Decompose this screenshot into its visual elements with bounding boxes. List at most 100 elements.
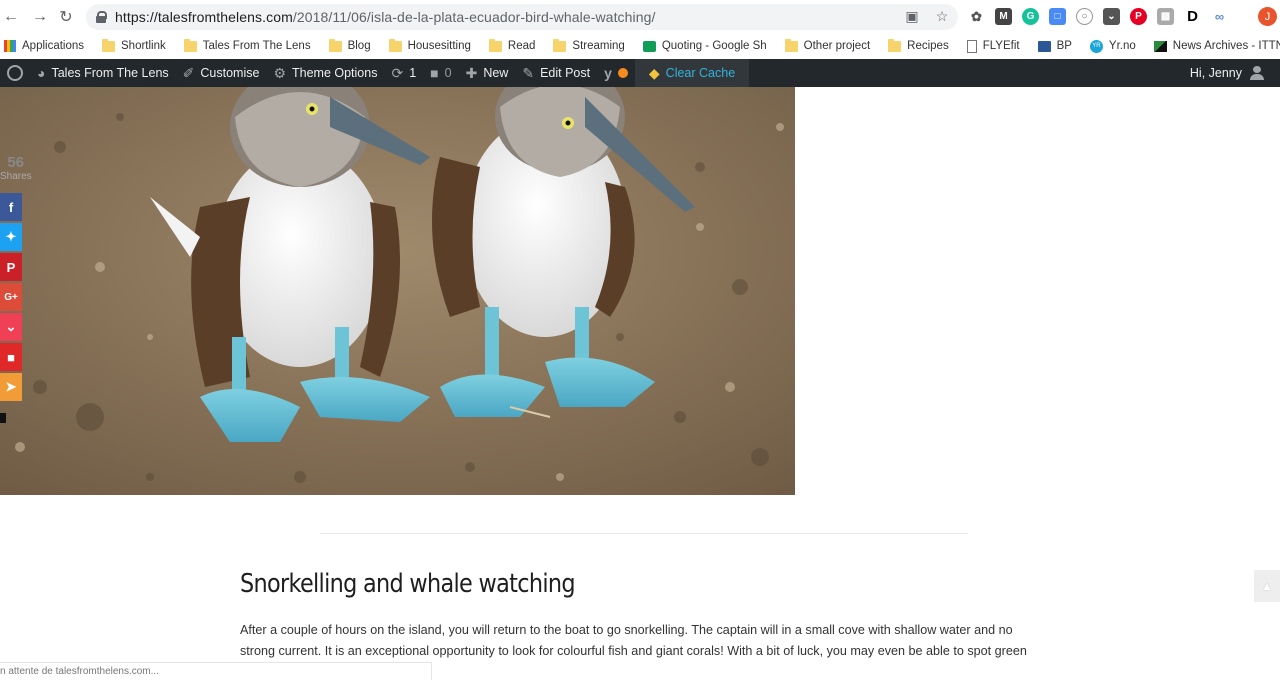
address-bar[interactable]: https://talesfromthelens.com/2018/11/06/… [86,4,958,30]
bookmark-label: Read [507,40,536,52]
bookmark-item[interactable]: Applications [4,40,84,52]
wp-logo-menu[interactable] [0,59,30,87]
cache-icon: ◆ [648,64,660,81]
bookmark-item[interactable]: Recipes [888,38,949,52]
clear-cache-menu[interactable]: ◆ Clear Cache [634,59,750,87]
bookmark-label: FLYEfit [982,40,1020,52]
lock-icon [96,11,107,23]
bookmark-label: Housesitting [407,40,471,52]
share-count-label: Shares [0,171,32,182]
comment-icon: ■ [430,65,439,81]
share-google-plus-button[interactable]: G+ [0,283,22,311]
profile-avatar[interactable]: J [1258,7,1277,26]
share-count-number: 56 [7,154,24,171]
d-extension-icon[interactable]: D [1184,8,1201,25]
pocket-extension-icon[interactable]: ⌄ [1103,8,1120,25]
seo-status-dot [617,68,628,78]
bookmark-item[interactable]: Tales From The Lens [183,38,311,52]
account-menu[interactable]: Hi, Jenny [1190,59,1280,87]
window-extension-icon[interactable]: □ [1049,8,1066,25]
share-twitter-button[interactable]: ✦ [0,223,22,251]
bp-icon [1037,40,1051,52]
bookmark-label: Yr.no [1108,40,1136,52]
bookmark-item[interactable]: Quoting - Google Sh [642,40,767,52]
google-sheets-icon [642,40,656,52]
new-content-menu[interactable]: ✚ New [459,59,516,87]
forward-arrow-icon[interactable]: → [28,5,52,29]
bookmark-item[interactable]: Read [488,38,536,52]
edit-post-menu[interactable]: ✎ Edit Post [515,59,597,87]
bookmark-item[interactable]: Housesitting [388,38,471,52]
bookmark-item[interactable]: Blog [328,38,371,52]
ittn-icon [1153,40,1167,52]
apps-grid-icon [4,40,16,52]
yoast-menu[interactable]: y [597,59,635,87]
bookmark-item[interactable]: FLYEfit [966,39,1020,53]
bookmark-item[interactable]: News Archives - ITTN [1153,40,1280,52]
folder-icon [328,38,342,52]
google-plus-icon: G+ [4,291,18,303]
folder-icon [183,38,197,52]
share-facebook-button[interactable]: f [0,193,22,221]
gear-extension-icon[interactable]: ✿ [968,8,985,25]
share-flipboard-button[interactable]: ■ [0,343,22,371]
page-icon [966,39,977,53]
pinterest-extension-icon[interactable]: P [1130,8,1147,25]
bookmark-item[interactable]: BP [1037,40,1072,52]
back-arrow-icon[interactable]: ← [0,5,22,29]
share-counter: 56 Shares [0,154,32,183]
reload-icon[interactable]: ↻ [54,5,78,29]
circle-extension-icon[interactable]: ○ [1076,8,1093,25]
pencil-icon: ✎ [522,64,535,81]
theme-options-menu[interactable]: ⚙ Theme Options [266,59,384,87]
greeting-label: Hi, Jenny [1189,66,1242,80]
bookmark-item[interactable]: Other project [784,38,870,52]
bookmark-label: BP [1056,40,1072,52]
bookmark-label: Blog [347,40,371,52]
gear-icon: ⚙ [273,64,286,81]
facebook-icon: f [8,199,14,215]
briefcase-extension-icon[interactable]: ▩ [1157,8,1174,25]
theme-options-label: Theme Options [292,66,378,80]
share-pocket-button[interactable]: ⌄ [0,313,22,341]
bookmarks-bar: Applications Shortlink Tales From The Lens… [0,34,1280,58]
gmail-extension-icon[interactable]: M [995,8,1012,25]
updates-menu[interactable]: ⟳ 1 [384,59,423,87]
bookmark-label: Shortlink [121,40,166,52]
extensions-area: ✿ M G □ ○ ⌄ P ▩ D ∞ [968,8,1228,25]
arrow-up-icon: ▲ [1261,579,1273,593]
wp-admin-bar: ◕ Tales From The Lens ✐ Customise ⚙ Theme O… [0,59,1280,87]
folder-icon [102,38,116,52]
bookmark-label: Tales From The Lens [202,40,311,52]
bookmark-item[interactable]: YR Yr.no [1089,39,1136,53]
pinterest-icon: P [6,259,16,275]
grammarly-extension-icon[interactable]: G [1022,8,1039,25]
new-label: New [483,66,509,80]
folder-icon [888,38,902,52]
translate-icon[interactable]: ▣ [904,8,920,24]
browser-status-bar: n attente de talesfromthelens.com... [0,662,432,680]
url-host: https://talesfromthelens.com [115,9,293,25]
share-more-button[interactable]: ➤ [0,373,22,401]
bookmark-item[interactable]: Shortlink [102,38,166,52]
bookmark-label: Quoting - Google Sh [661,40,767,52]
url-text[interactable]: https://talesfromthelens.com/2018/11/06/… [115,9,656,25]
pocket-icon: ⌄ [5,319,17,334]
back-to-top-button[interactable]: ▲ [1254,570,1280,602]
section-divider [320,533,968,534]
comments-menu[interactable]: ■ 0 [423,59,458,87]
site-name-label: Tales From The Lens [51,66,169,80]
bookmark-star-icon[interactable]: ☆ [934,8,950,24]
folder-icon [784,38,798,52]
section-title: Snorkelling and whale watching [240,569,576,599]
share-pinterest-button[interactable]: P [0,253,22,281]
link-extension-icon[interactable]: ∞ [1211,8,1228,25]
bookmark-item[interactable]: Streaming [553,38,625,52]
site-name-menu[interactable]: ◕ Tales From The Lens [30,59,176,87]
bookmark-label: Streaming [572,40,625,52]
clear-cache-label: Clear Cache [665,66,736,80]
share-toggle-handle[interactable] [0,413,6,423]
yoast-icon: y [604,65,612,81]
customise-menu[interactable]: ✐ Customise [176,59,267,87]
plus-icon: ✚ [465,64,478,81]
